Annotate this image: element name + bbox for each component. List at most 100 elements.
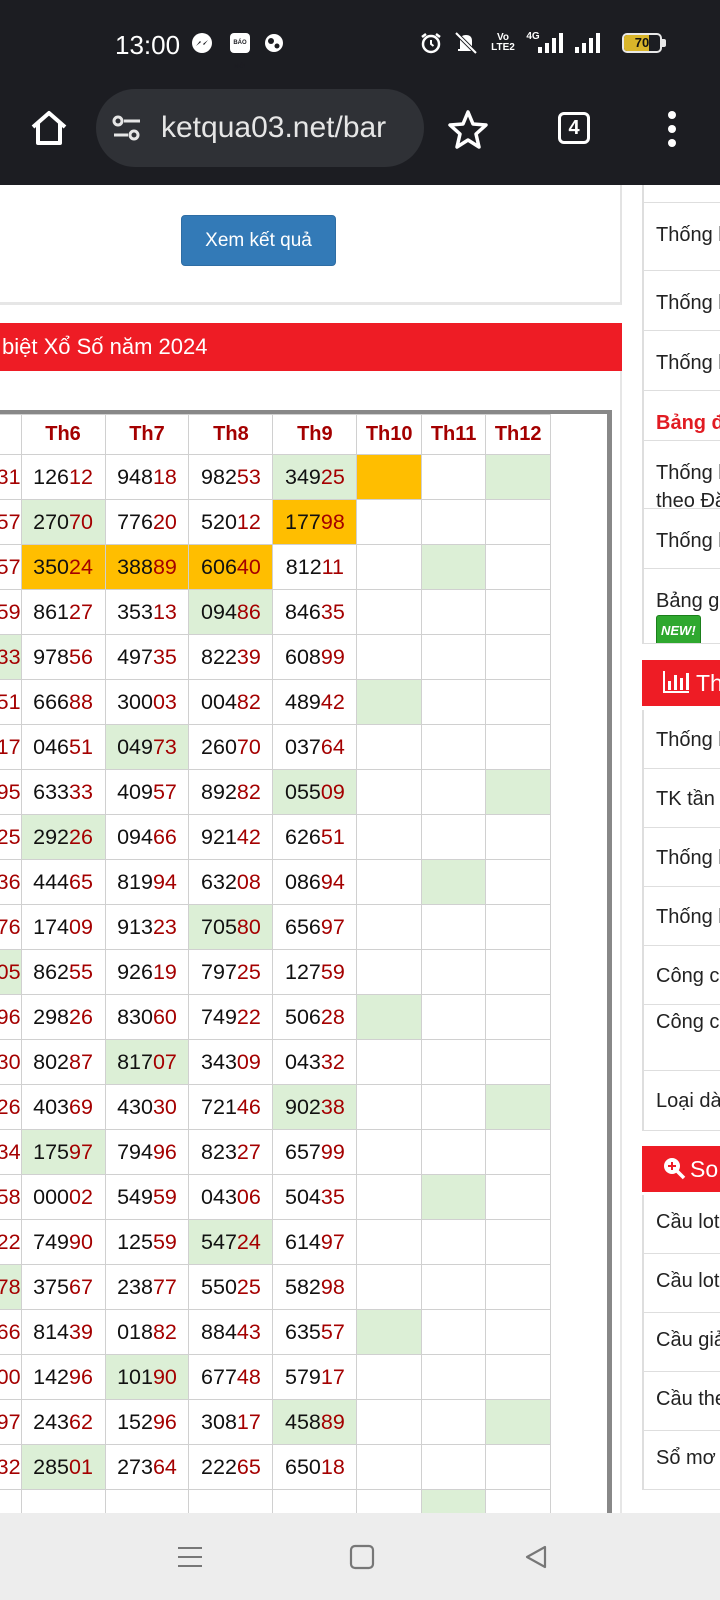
view-results-button[interactable]: Xem kết quả	[181, 215, 336, 266]
browser-toolbar: ketqua03.net/bar 4	[0, 85, 720, 185]
number-tail: 57	[320, 1319, 345, 1344]
home-nav-icon[interactable]	[342, 1513, 382, 1600]
result-cell	[485, 859, 551, 905]
sidebar-link[interactable]: Loại dàn	[642, 1071, 720, 1131]
home-icon[interactable]	[26, 105, 72, 151]
sidebar-link[interactable]: Thống kê	[642, 509, 720, 569]
sidebar-link[interactable]: Thống kê loto	[642, 203, 720, 271]
sidebar-link[interactable]: TK tần suất	[642, 769, 720, 828]
number-head: 270	[33, 509, 69, 534]
number-tail: 09	[69, 914, 93, 939]
tab-switcher-button[interactable]: 4	[558, 112, 590, 144]
sidebar-link[interactable]: Thống kê	[642, 271, 720, 331]
number-head: 094	[201, 599, 237, 624]
more-menu-icon[interactable]	[652, 107, 692, 151]
number-tail: 56	[69, 644, 93, 669]
recent-apps-icon[interactable]	[170, 1513, 210, 1600]
sidebar-link[interactable]: Bảng gan NEW!	[642, 569, 720, 644]
result-cell	[356, 1489, 422, 1513]
result-cell: 09486	[188, 589, 274, 635]
result-cell: 78	[0, 1264, 22, 1310]
sidebar-link[interactable]: Công cụ VIP	[642, 1005, 720, 1071]
sidebar-link[interactable]: Thống kê	[642, 710, 720, 769]
table-row: 7837567238775502558298	[0, 1264, 551, 1310]
number-tail: 82	[152, 1319, 177, 1344]
result-cell	[356, 1354, 422, 1400]
result-cell: 94818	[104, 454, 190, 500]
result-cell: 63208	[188, 859, 274, 905]
sidebar-link[interactable]: Bảng đặc biệt	[642, 391, 720, 441]
filter-panel: Xem kết quả	[0, 185, 622, 305]
battery-icon: 70	[622, 33, 662, 53]
sidebar-link[interactable]: Thống kê	[642, 331, 720, 391]
number-tail: 35	[320, 599, 345, 624]
result-cell	[420, 904, 487, 950]
sidebar-link[interactable]	[642, 185, 720, 203]
result-cell	[485, 1039, 551, 1085]
result-cell	[485, 499, 551, 545]
sidebar-link-label: Thống kê	[656, 292, 720, 314]
result-cell: 74922	[188, 994, 274, 1040]
site-settings-icon[interactable]	[110, 111, 146, 145]
result-cell: 27070	[20, 499, 106, 545]
result-cell: 58298	[272, 1264, 358, 1310]
number-head: 298	[33, 1004, 69, 1029]
number-head: 666	[33, 689, 69, 714]
sidebar-link[interactable]: Thống kê	[642, 887, 720, 946]
result-cell	[356, 1264, 422, 1310]
table-row: 1704651049732607003764	[0, 724, 551, 770]
sidebar-link[interactable]: Thống kê theo Đặc biệt	[642, 441, 720, 509]
result-cell: 36	[0, 859, 22, 905]
number-tail: 26	[69, 1004, 93, 1029]
result-cell	[420, 1399, 487, 1445]
number-head: 657	[284, 1139, 321, 1164]
sidebar-link-label: Thống kê	[656, 847, 720, 869]
number-tail: 17	[0, 734, 21, 759]
sidebar-link[interactable]: Sổ mơ	[642, 1431, 720, 1490]
table-row: 9724362152963081745889	[0, 1399, 551, 1445]
number-tail: 26	[0, 1094, 21, 1119]
number-tail: 39	[236, 644, 261, 669]
result-cell: 63557	[272, 1309, 358, 1355]
result-cell	[420, 1174, 487, 1220]
number-tail: 42	[236, 824, 261, 849]
sidebar-link[interactable]: Cầu theo	[642, 1372, 720, 1431]
result-cell: 27364	[104, 1444, 190, 1490]
number-head: 606	[201, 554, 237, 579]
result-cell: 57	[0, 544, 22, 590]
number-head: 819	[117, 869, 153, 894]
result-cell: 04306	[188, 1174, 274, 1220]
number-head: 948	[117, 464, 153, 489]
number-tail: 17	[236, 1409, 261, 1434]
sidebar-link[interactable]: Cầu loto	[642, 1254, 720, 1313]
sidebar-link[interactable]: Cầu loto	[642, 1195, 720, 1254]
sidebar-link[interactable]: Cầu giải	[642, 1313, 720, 1372]
number-tail: 19	[152, 959, 177, 984]
number-tail: 30	[152, 1094, 177, 1119]
number-tail: 08	[236, 869, 261, 894]
bookmark-star-icon[interactable]	[446, 107, 490, 151]
result-cell	[356, 814, 422, 860]
sidebar-link[interactable]: Thống kê	[642, 828, 720, 887]
result-cell: 00002	[20, 1174, 106, 1220]
result-cell: 72146	[188, 1084, 274, 1130]
number-head: 238	[117, 1274, 153, 1299]
sidebar-link-label: Thống kê	[656, 729, 720, 751]
number-head: 349	[284, 464, 321, 489]
back-nav-icon[interactable]	[516, 1513, 556, 1600]
address-bar[interactable]: ketqua03.net/bar	[96, 89, 424, 167]
sidebar-link[interactable]: Công cụ	[642, 946, 720, 1005]
result-cell	[485, 454, 551, 500]
result-cell: 14296	[20, 1354, 106, 1400]
result-cell: 48942	[272, 679, 358, 725]
battery-tip	[662, 39, 666, 47]
result-cell: 34	[0, 1129, 22, 1175]
number-head: 520	[201, 509, 237, 534]
result-cell: 04973	[104, 724, 190, 770]
number-tail: 22	[0, 1229, 21, 1254]
result-cell	[356, 1039, 422, 1085]
result-cell	[356, 634, 422, 680]
results-table-container: 5Th6Th7Th8Th9Th10Th11Th12 31126129481898…	[0, 410, 612, 1513]
result-cell	[485, 679, 551, 725]
number-tail: 67	[69, 1274, 93, 1299]
